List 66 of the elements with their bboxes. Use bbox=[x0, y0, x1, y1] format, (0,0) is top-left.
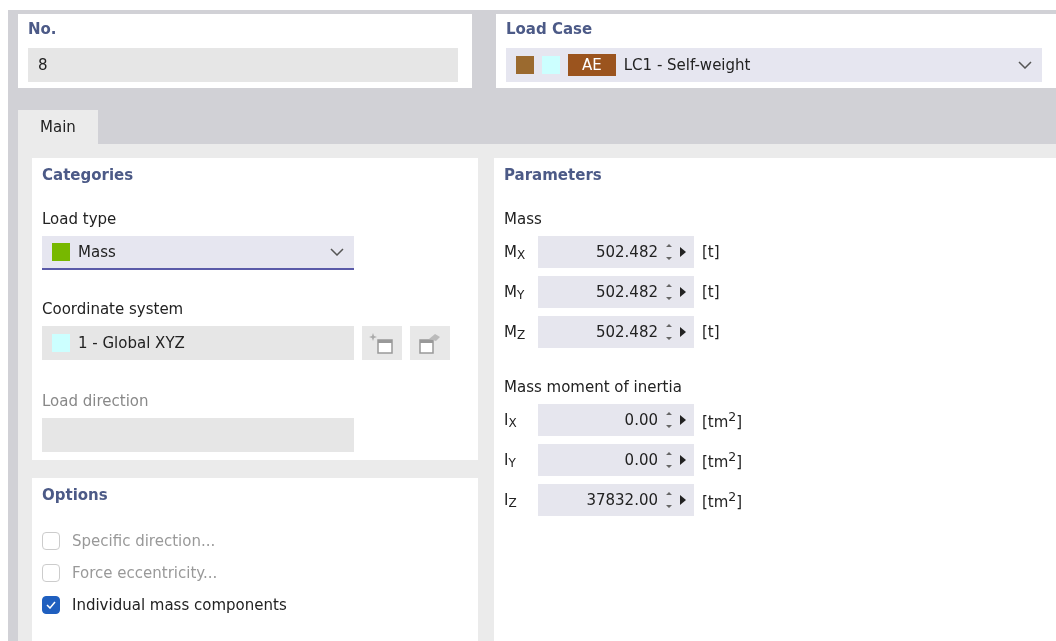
checkbox-label: Individual mass components bbox=[72, 596, 287, 614]
spin-arrows-icon bbox=[666, 282, 672, 302]
checkbox-label: Specific direction... bbox=[72, 532, 216, 550]
spin-arrows-icon bbox=[666, 450, 672, 470]
coordinate-system-field[interactable]: 1 - Global XYZ bbox=[42, 326, 354, 360]
spin-field[interactable]: 37832.00 bbox=[538, 484, 694, 516]
checkbox[interactable] bbox=[42, 596, 60, 614]
spin-value: 502.482 bbox=[595, 243, 658, 261]
spin-arrows-icon bbox=[666, 490, 672, 510]
load-type-dropdown[interactable]: Mass bbox=[42, 236, 354, 270]
symbol-label: I$_{Z}$ bbox=[504, 490, 517, 509]
load-case-dropdown[interactable]: AE LC1 - Self-weight bbox=[506, 48, 1042, 82]
chevron-down-icon bbox=[1018, 61, 1032, 69]
spin-value: 0.00 bbox=[624, 451, 658, 469]
spin-field[interactable]: 0.00 bbox=[538, 404, 694, 436]
window-star-icon bbox=[369, 331, 395, 355]
spin-field[interactable]: 0.00 bbox=[538, 444, 694, 476]
load-type-value: Mass bbox=[78, 243, 116, 261]
unit-label: [tm$^{2}$] bbox=[702, 493, 743, 511]
section-title: Categories bbox=[42, 166, 135, 184]
checkbox-label: Force eccentricity... bbox=[72, 564, 218, 582]
play-icon bbox=[680, 455, 686, 465]
coordinate-system-value: 1 - Global XYZ bbox=[78, 334, 185, 352]
new-window-button[interactable] bbox=[362, 326, 402, 360]
play-icon bbox=[680, 287, 686, 297]
number-field[interactable]: 8 bbox=[28, 48, 458, 82]
spin-field[interactable]: 502.482 bbox=[538, 316, 694, 348]
chevron-down-icon bbox=[330, 248, 344, 256]
field-label: Load direction bbox=[42, 392, 150, 410]
spin-value: 502.482 bbox=[595, 323, 658, 341]
spin-arrows-icon bbox=[666, 242, 672, 262]
symbol-label: I$_{X}$ bbox=[504, 410, 517, 429]
unit-label: [tm$^{2}$] bbox=[702, 413, 743, 431]
check-icon bbox=[46, 601, 56, 609]
unit-label: [t] bbox=[702, 243, 720, 261]
unit-label: [t] bbox=[702, 323, 720, 341]
spin-value: 0.00 bbox=[624, 411, 658, 429]
section-title: Parameters bbox=[504, 166, 603, 184]
group-label: Mass moment of inertia bbox=[504, 378, 683, 396]
edit-window-button[interactable] bbox=[410, 326, 450, 360]
symbol-label: M$_{Y}$ bbox=[504, 282, 525, 301]
symbol-label: I$_{Y}$ bbox=[504, 450, 516, 469]
field-label: Load Case bbox=[506, 20, 594, 38]
spin-value: 37832.00 bbox=[586, 491, 658, 509]
load-case-value: LC1 - Self-weight bbox=[623, 56, 751, 74]
symbol-label: M$_{X}$ bbox=[504, 242, 526, 261]
symbol-label: M$_{Z}$ bbox=[504, 322, 526, 341]
play-icon bbox=[680, 247, 686, 257]
play-icon bbox=[680, 415, 686, 425]
spin-field[interactable]: 502.482 bbox=[538, 276, 694, 308]
field-label: No. bbox=[28, 20, 58, 38]
spin-arrows-icon bbox=[666, 410, 672, 430]
unit-label: [tm$^{2}$] bbox=[702, 453, 743, 471]
load-case-tag: AE bbox=[568, 54, 616, 76]
spin-value: 502.482 bbox=[595, 283, 658, 301]
section-title: Options bbox=[42, 486, 109, 504]
play-icon bbox=[680, 327, 686, 337]
spin-arrows-icon bbox=[666, 322, 672, 342]
field-label: Coordinate system bbox=[42, 300, 185, 318]
window-hand-icon bbox=[417, 331, 443, 355]
spin-field[interactable]: 502.482 bbox=[538, 236, 694, 268]
field-label: Load type bbox=[42, 210, 118, 228]
tab[interactable]: Main bbox=[18, 110, 98, 144]
group-label: Mass bbox=[504, 210, 543, 228]
play-icon bbox=[680, 495, 686, 505]
unit-label: [t] bbox=[702, 283, 720, 301]
